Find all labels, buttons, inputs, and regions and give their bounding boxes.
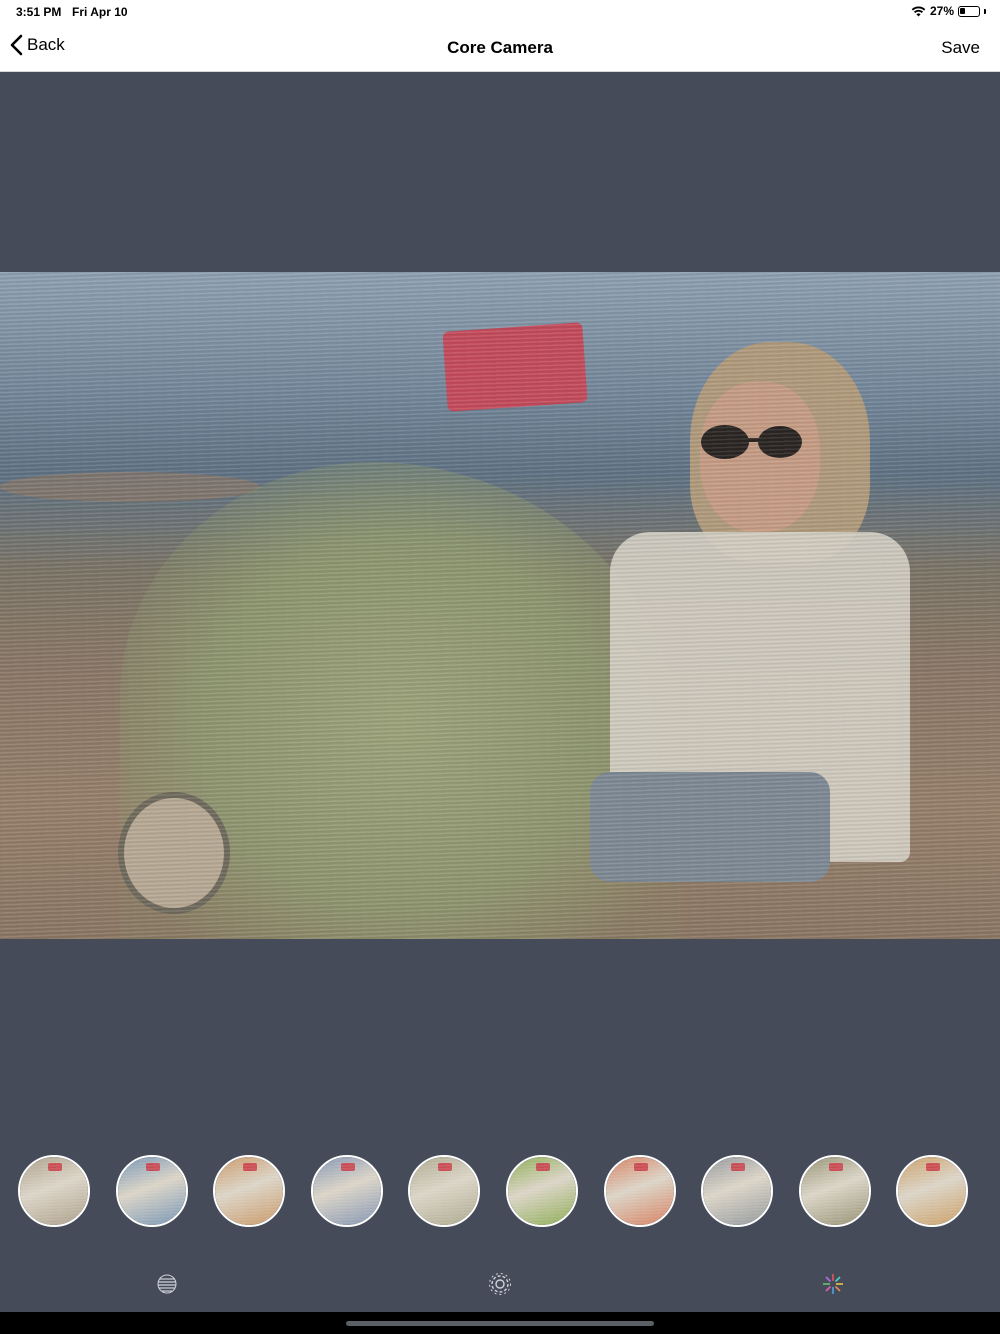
filter-thumbnail-9[interactable] <box>798 1155 871 1227</box>
filter-preview-texture <box>312 1157 381 1225</box>
navigation-bar: Back Core Camera Save <box>0 24 1000 72</box>
page-title: Core Camera <box>447 38 553 57</box>
filter-preview-texture <box>215 1157 284 1225</box>
status-right: 27% <box>911 4 986 18</box>
filter-preview-texture <box>898 1157 967 1225</box>
filter-thumbnail-1[interactable] <box>18 1155 90 1227</box>
status-date: Fri Apr 10 <box>72 5 128 19</box>
wifi-icon <box>911 6 926 17</box>
bottom-toolbar <box>0 1266 1000 1302</box>
status-time: 3:51 PM <box>16 5 62 19</box>
filter-preview-texture <box>508 1157 576 1225</box>
edited-photo[interactable] <box>0 272 1000 939</box>
filter-thumbnail-3[interactable] <box>213 1155 286 1227</box>
battery-fill <box>960 7 965 14</box>
status-bar: 3:51 PM Fri Apr 10 27% <box>0 0 1000 24</box>
battery-cap <box>984 8 986 14</box>
filter-thumbnail-4[interactable] <box>310 1155 383 1227</box>
photo-canvas <box>0 72 1000 1142</box>
home-indicator[interactable] <box>346 1321 654 1326</box>
save-button[interactable]: Save <box>941 38 980 58</box>
color-burst-icon[interactable] <box>821 1272 845 1296</box>
filter-preview-texture <box>703 1157 772 1225</box>
texture-sphere-icon[interactable] <box>155 1272 179 1296</box>
battery-icon <box>958 5 980 17</box>
filter-preview-texture <box>410 1157 479 1225</box>
filter-preview-texture <box>800 1157 869 1225</box>
filter-thumbnail-5[interactable] <box>408 1155 481 1227</box>
filter-thumbnail-6[interactable] <box>506 1155 578 1227</box>
battery-percent: 27% <box>929 4 954 18</box>
filter-thumbnail-10[interactable] <box>896 1155 969 1227</box>
filter-preview-texture <box>20 1157 88 1225</box>
filter-strip <box>0 1155 1000 1231</box>
filter-thumbnail-8[interactable] <box>701 1155 774 1227</box>
filter-thumbnail-2[interactable] <box>115 1155 188 1227</box>
photo-water-texture <box>0 272 1000 939</box>
filter-preview-texture <box>605 1157 674 1225</box>
filter-preview-texture <box>117 1157 186 1225</box>
settings-gear-icon[interactable] <box>488 1272 512 1296</box>
home-indicator-bar <box>0 1312 1000 1334</box>
filter-thumbnail-7[interactable] <box>603 1155 676 1227</box>
